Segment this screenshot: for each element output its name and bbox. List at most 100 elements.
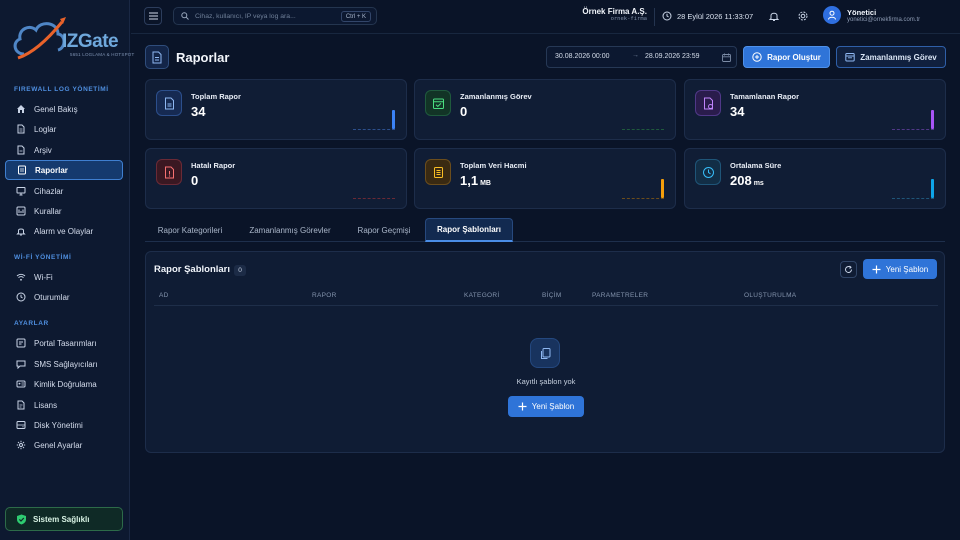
tab-report-templates[interactable]: Rapor Şablonları	[425, 218, 513, 242]
stopwatch-icon	[702, 166, 714, 178]
user-name: Yönetici	[847, 7, 877, 17]
datetime: 28 Eylül 2026 11:33:07	[662, 11, 753, 21]
search-shortcut: Ctrl + K	[340, 11, 371, 22]
stat-card-scheduled-tasks: Zamanlanmış Görev 0	[414, 79, 676, 140]
calendar-icon	[722, 53, 731, 62]
scheduled-task-button[interactable]: Zamanlanmış Görev	[836, 46, 946, 68]
page-icon	[145, 45, 169, 69]
empty-state-new-template-button[interactable]: Yeni Şablon	[508, 396, 584, 417]
sidebar-item-overview[interactable]: Genel Bakış	[5, 99, 123, 119]
sidebar-item-label: Kurallar	[34, 206, 62, 216]
stat-icon-box	[695, 90, 721, 116]
sidebar-item-logs[interactable]: Loglar	[5, 119, 123, 139]
column-header-parameters[interactable]: PARAMETRELER	[592, 292, 648, 299]
company-info[interactable]: Örnek Firma A.Ş. ornek-firma	[581, 7, 647, 22]
column-header-format[interactable]: BİÇİM	[542, 292, 562, 299]
date-to: 28.09.2026 23:59	[645, 53, 700, 60]
bell-icon[interactable]	[768, 10, 780, 22]
sidebar-item-general-settings[interactable]: Genel Ayarlar	[5, 435, 123, 455]
sparkline	[622, 198, 664, 199]
sidebar-item-sessions[interactable]: Oturumlar	[5, 287, 123, 307]
empty-state-button-label: Yeni Şablon	[531, 402, 575, 411]
column-header-created[interactable]: OLUŞTURULMA	[744, 292, 796, 299]
sidebar-item-label: Genel Bakış	[34, 104, 78, 114]
templates-panel: Rapor Şablonları 0 Yeni Şablon AD RAPOR …	[145, 251, 945, 453]
report-tabs: Rapor Kategorileri Zamanlanmış Görevler …	[145, 218, 945, 242]
sidebar-item-archive[interactable]: Arşiv	[5, 140, 123, 160]
bell-icon	[16, 228, 26, 236]
new-template-label: Yeni Şablon	[885, 264, 929, 274]
sidebar-item-label: Genel Ayarlar	[34, 440, 83, 450]
sidebar-item-label: SMS Sağlayıcıları	[34, 359, 98, 369]
stat-label: Toplam Veri Hacmi	[460, 161, 527, 170]
avatar	[823, 6, 841, 24]
sidebar-item-label: Cihazlar	[34, 186, 64, 196]
date-range-picker[interactable]: 30.08.2026 00:00 → 28.09.2026 23:59	[546, 46, 737, 68]
sidebar-item-label: Arşiv	[34, 145, 52, 155]
search-placeholder: Cihaz, kullanıcı, IP veya log ara...	[195, 12, 296, 20]
sidebar-item-wifi[interactable]: Wi-Fi	[5, 267, 123, 287]
sidebar-item-alarms[interactable]: Alarm ve Olaylar	[5, 221, 123, 241]
create-report-button[interactable]: Rapor Oluştur	[743, 46, 830, 68]
user-email: yonetici@ornekfirma.com.tr	[847, 16, 921, 23]
stat-card-completed-reports: Tamamlanan Rapor 34	[684, 79, 946, 140]
portal-icon	[16, 338, 26, 348]
gear-icon[interactable]	[797, 10, 809, 22]
user-icon	[828, 10, 836, 20]
system-health-badge[interactable]: Sistem Sağlıklı	[5, 507, 123, 531]
section-title-settings: AYARLAR	[14, 320, 49, 327]
sidebar-item-label: Loglar	[34, 124, 57, 134]
tab-report-history[interactable]: Rapor Geçmişi	[345, 218, 423, 242]
sidebar-item-portal-designs[interactable]: Portal Tasarımları	[5, 333, 123, 353]
sidebar-item-devices[interactable]: Cihazlar	[5, 181, 123, 201]
stat-accent-bar	[392, 110, 395, 129]
stat-icon-box	[156, 90, 182, 116]
column-header-report[interactable]: RAPOR	[312, 292, 337, 299]
stat-value: 34	[191, 104, 206, 119]
tab-scheduled-tasks[interactable]: Zamanlanmış Görevler	[237, 218, 343, 242]
sms-icon	[16, 360, 26, 369]
sidebar: IZGate 5651 LOGLAMA & HOTSPOT FIREWALL L…	[0, 0, 134, 540]
column-header-name[interactable]: AD	[159, 292, 169, 299]
sidebar-item-label: Wi-Fi	[34, 272, 53, 282]
sidebar-item-label: Raporlar	[35, 165, 68, 175]
stat-label: Zamanlanmış Görev	[460, 92, 532, 101]
plus-icon	[518, 402, 527, 411]
sparkline	[892, 129, 934, 130]
new-template-button[interactable]: Yeni Şablon	[863, 259, 937, 279]
search-input[interactable]: Cihaz, kullanıcı, IP veya log ara... Ctr…	[173, 7, 377, 25]
column-header-category[interactable]: KATEGORİ	[464, 292, 500, 299]
datetime-text: 28 Eylül 2026 11:33:07	[677, 11, 754, 21]
stat-card-failed-reports: Hatalı Rapor 0	[145, 148, 407, 209]
tab-report-categories[interactable]: Rapor Kategorileri	[145, 218, 235, 242]
user-menu[interactable]: Yönetici yonetici@ornekfirma.com.tr	[823, 6, 920, 24]
stat-card-total-reports: Toplam Rapor 34	[145, 79, 407, 140]
refresh-button[interactable]	[840, 261, 857, 278]
sidebar-item-reports[interactable]: Raporlar	[5, 160, 123, 180]
sidebar-item-disk[interactable]: Disk Yönetimi	[5, 415, 123, 435]
document-error-icon	[164, 166, 174, 178]
hamburger-icon	[148, 12, 158, 20]
section-title-firewall: FIREWALL LOG YÖNETİMİ	[14, 86, 109, 93]
calendar-icon	[845, 53, 855, 62]
sidebar-item-sms-providers[interactable]: SMS Sağlayıcıları	[5, 354, 123, 374]
sidebar-item-label: Disk Yönetimi	[34, 420, 83, 430]
home-icon	[17, 105, 25, 113]
stat-label: Tamamlanan Rapor	[730, 92, 800, 101]
menu-toggle-button[interactable]	[144, 7, 162, 25]
sidebar-item-license[interactable]: Lisans	[5, 395, 123, 415]
stat-value: 1,1 MB	[460, 173, 491, 188]
scheduled-task-label: Zamanlanmış Görev	[860, 52, 937, 62]
stat-value: 0	[191, 173, 199, 188]
sidebar-item-rules[interactable]: Kurallar	[5, 201, 123, 221]
system-health-label: Sistem Sağlıklı	[33, 514, 90, 524]
document-icon	[17, 124, 25, 134]
stat-label: Toplam Rapor	[191, 92, 241, 101]
document-check-icon	[703, 97, 713, 109]
stat-value: 208 ms	[730, 173, 764, 188]
logo[interactable]: IZGate 5651 LOGLAMA & HOTSPOT	[10, 12, 134, 68]
stat-accent-bar	[931, 179, 934, 198]
id-card-icon	[16, 380, 26, 388]
sidebar-item-authentication[interactable]: Kimlik Doğrulama	[5, 374, 123, 394]
license-icon	[17, 400, 25, 410]
